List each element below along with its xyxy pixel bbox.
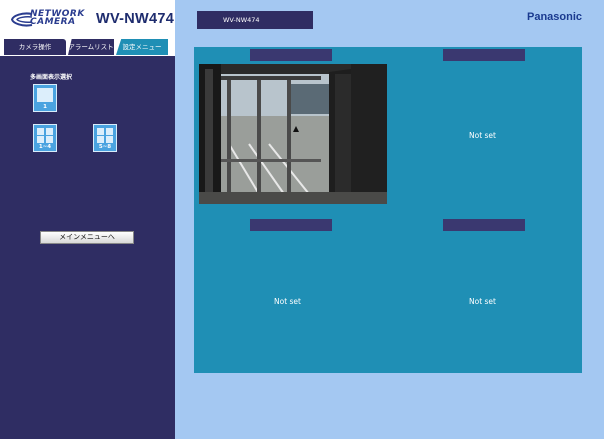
camera-title-bar	[250, 49, 332, 61]
camera-title-bar	[443, 219, 525, 231]
model-title: WV-NW474	[96, 11, 175, 27]
tab-camera-control[interactable]: カメラ操作	[4, 39, 66, 55]
logo-header: NETWORK CAMERA WV-NW474	[0, 0, 175, 39]
network-camera-logo-text: NETWORK CAMERA	[30, 9, 85, 27]
not-set-label: Not set	[274, 297, 301, 306]
not-set-label: Not set	[469, 297, 496, 306]
single-screen-icon	[37, 88, 53, 102]
not-set-label: Not set	[469, 131, 496, 140]
tab-bar: カメラ操作 アラームリスト 設定メニュー	[0, 39, 175, 56]
camera-title-bar	[250, 219, 332, 231]
camera-title-bar	[443, 49, 525, 61]
camera-name-box: WV-NW474	[197, 11, 313, 29]
layout-1-4-label: 1~4	[38, 144, 52, 150]
multi-screen-grid: Not set Not set Not set	[194, 47, 582, 373]
camera-video[interactable]	[199, 64, 387, 204]
layout-5-8-label: 5~8	[98, 144, 112, 150]
sidebar: 多画面表示選択 1 1~4 5~8 メインメニューへ	[0, 56, 175, 439]
multi-screen-label: 多画面表示選択	[30, 74, 73, 81]
camera-image	[199, 64, 387, 204]
tab-settings-menu[interactable]: 設定メニュー	[116, 39, 168, 55]
layout-5-8-button[interactable]: 5~8	[93, 124, 117, 152]
layout-1-label: 1	[43, 104, 47, 110]
main-menu-button[interactable]: メインメニューへ	[40, 231, 134, 244]
brand-logo: Panasonic	[527, 11, 583, 23]
tab-alarm-list[interactable]: アラームリスト	[68, 39, 114, 55]
layout-1-4-button[interactable]: 1~4	[33, 124, 57, 152]
layout-1-button[interactable]: 1	[33, 84, 57, 112]
